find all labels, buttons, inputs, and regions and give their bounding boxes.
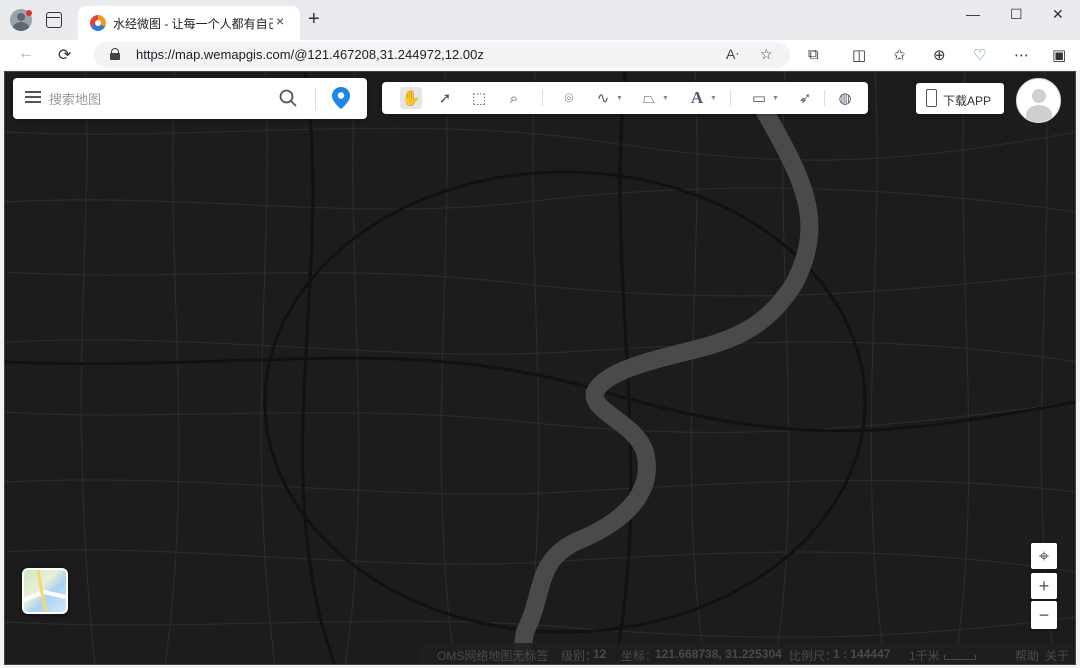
- menu-icon[interactable]: [25, 91, 41, 103]
- scale-bar-label: 1千米: [909, 649, 940, 663]
- level-label: 级别：: [561, 649, 598, 663]
- identify-icon[interactable]: ➶: [794, 87, 816, 109]
- select-arrow-icon[interactable]: ➚: [434, 87, 456, 109]
- tool-divider: [542, 90, 543, 106]
- chevron-down-icon[interactable]: ▼: [772, 95, 779, 102]
- place-marker-icon[interactable]: ⌾: [558, 87, 580, 109]
- search-icon[interactable]: [279, 89, 297, 107]
- chevron-down-icon[interactable]: ▼: [710, 95, 717, 102]
- tool-divider: [730, 90, 731, 106]
- url-text[interactable]: https://map.wemapgis.com/@121.467208,31.…: [136, 47, 484, 62]
- search-panel: [13, 78, 367, 119]
- chevron-down-icon[interactable]: ▼: [662, 95, 669, 102]
- tool-divider: [824, 90, 825, 106]
- coord-label: 坐标：: [621, 649, 658, 663]
- tab-actions-icon[interactable]: [46, 12, 62, 28]
- favorite-icon[interactable]: ☆: [760, 46, 773, 63]
- locate-me-icon[interactable]: ⌖: [1031, 543, 1057, 569]
- site-favicon-icon: [90, 15, 106, 31]
- zoom-box-icon[interactable]: ⌕: [503, 87, 525, 109]
- sidebar-icon[interactable]: ▣: [1052, 46, 1066, 64]
- help-link[interactable]: 帮助: [1015, 647, 1039, 664]
- tab-close-icon[interactable]: ×: [276, 13, 284, 29]
- omnibox[interactable]: https://map.wemapgis.com/@121.467208,31.…: [94, 42, 790, 68]
- search-input[interactable]: [49, 88, 269, 110]
- map-viewport[interactable]: ✋ ➚ ⬚ ⌕ ⌾ ∿ ▼ ⏢ ▼ A ▼ ▭ ▼ ➶ ◍ 下载APP: [4, 71, 1076, 665]
- download-app-button[interactable]: 下载APP: [916, 83, 1004, 114]
- download-app-label: 下载APP: [943, 94, 992, 108]
- avatar[interactable]: [1016, 78, 1061, 123]
- box-select-icon[interactable]: ⬚: [468, 87, 490, 109]
- favorites-icon[interactable]: ✩: [893, 46, 906, 64]
- divider: [315, 88, 316, 110]
- phone-icon: [926, 89, 937, 107]
- tab-active[interactable]: 水经微图 - 让每一个人都有自己的 ×: [78, 6, 300, 40]
- polygon-icon[interactable]: ⏢: [638, 87, 660, 109]
- tab-title: 水经微图 - 让每一个人都有自己的: [113, 17, 273, 31]
- minimize-button[interactable]: —: [966, 6, 980, 22]
- tool-panel: ✋ ➚ ⬚ ⌕ ⌾ ∿ ▼ ⏢ ▼ A ▼ ▭ ▼ ➶ ◍: [382, 82, 868, 114]
- level-value: 12: [593, 647, 607, 661]
- close-window-button[interactable]: ✕: [1052, 6, 1064, 23]
- map-status-bar: OMS网络地图无标签 级别： 12 坐标： 121.668738, 31.225…: [419, 643, 1075, 664]
- scale-value: 1 : 144447: [833, 647, 891, 661]
- performance-icon[interactable]: ♡: [973, 46, 986, 64]
- scale-label: 比例尺：: [789, 649, 838, 663]
- scale-bar: [944, 655, 976, 660]
- collections-icon[interactable]: ⊕: [933, 46, 946, 64]
- polyline-icon[interactable]: ∿: [592, 87, 614, 109]
- basemap-name: OMS网络地图无标签: [437, 649, 549, 663]
- split-screen-icon[interactable]: ◫: [852, 46, 866, 64]
- pan-hand-icon[interactable]: ✋: [400, 87, 422, 109]
- back-button[interactable]: ←: [18, 45, 34, 63]
- tab-strip: 水经微图 - 让每一个人都有自己的 × + — ☐ ✕: [0, 0, 1080, 40]
- browser-window: 水经微图 - 让每一个人都有自己的 × + — ☐ ✕ ← ⟳ https://…: [0, 0, 1080, 668]
- basemap-preview-icon: [24, 570, 66, 612]
- location-pin-icon[interactable]: [331, 86, 351, 110]
- chevron-down-icon[interactable]: ▼: [616, 95, 623, 102]
- measure-icon[interactable]: ▭: [746, 87, 772, 109]
- extensions-icon[interactable]: ⧉: [808, 46, 819, 63]
- zoom-out-button[interactable]: −: [1031, 601, 1057, 629]
- read-aloud-icon[interactable]: Aᐧ: [726, 46, 739, 63]
- new-tab-button[interactable]: +: [308, 8, 320, 31]
- notification-dot: [26, 10, 32, 16]
- coord-value: 121.668738, 31.225304: [655, 647, 782, 661]
- about-link[interactable]: 关于: [1045, 647, 1069, 664]
- text-icon[interactable]: A: [686, 87, 708, 109]
- map-canvas[interactable]: [5, 72, 1076, 665]
- reload-button[interactable]: ⟳: [58, 45, 71, 65]
- maximize-button[interactable]: ☐: [1010, 6, 1023, 23]
- basemap-switch-thumbnail[interactable]: [22, 568, 68, 614]
- more-icon[interactable]: ⋯: [1014, 46, 1029, 64]
- lock-icon[interactable]: [110, 48, 120, 60]
- zoom-in-button[interactable]: +: [1031, 573, 1057, 599]
- globe-icon[interactable]: ◍: [834, 87, 856, 109]
- address-bar: ← ⟳ https://map.wemapgis.com/@121.467208…: [0, 40, 1080, 70]
